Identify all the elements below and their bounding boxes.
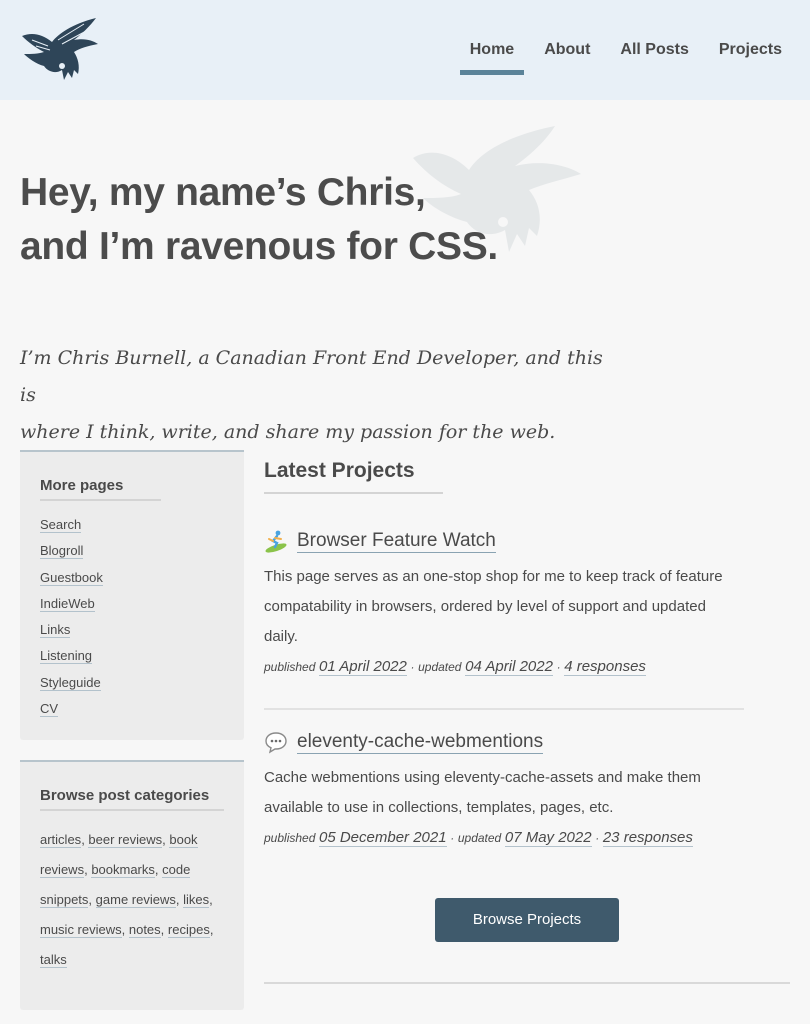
more-pages-heading: More pages [40, 474, 161, 501]
responses-link[interactable]: 23 responses [602, 829, 693, 847]
browse-projects-button[interactable]: Browse Projects [435, 898, 619, 942]
latest-projects-heading: Latest Projects [264, 456, 443, 494]
project-title-link[interactable]: eleventy-cache-webmentions [297, 731, 544, 754]
category-link[interactable]: notes [128, 922, 161, 938]
category-link[interactable]: talks [40, 952, 67, 968]
nav-all-posts[interactable]: All Posts [610, 0, 698, 100]
nav-about[interactable]: About [534, 0, 600, 100]
project-meta: published 01 April 2022 · updated 04 Apr… [264, 658, 646, 676]
categories-list: articles, beer reviews, book reviews, bo… [40, 832, 214, 968]
hero-line-1: Hey, my name’s Chris, [20, 171, 426, 214]
published-label: published [264, 660, 316, 674]
list-item: IndieWeb [40, 595, 224, 621]
project-card: eleventy-cache-webmentions Cache webment… [264, 727, 744, 847]
published-date-link[interactable]: 05 December 2021 [319, 829, 447, 847]
intro-text: I’m Chris Burnell, a Canadian Front End … [20, 340, 620, 451]
speech-bubble-icon [264, 730, 288, 754]
updated-label: updated [457, 831, 502, 845]
link-cv[interactable]: CV [40, 701, 59, 718]
categories-panel: Browse post categories articles, beer re… [20, 760, 244, 1010]
main-nav: Home About All Posts Projects [450, 0, 792, 100]
more-pages-list: Search Blogroll Guestbook IndieWeb Links… [40, 516, 224, 726]
project-title-link[interactable]: Browser Feature Watch [297, 530, 496, 553]
link-styleguide[interactable]: Styleguide [40, 674, 101, 691]
categories-heading: Browse post categories [40, 784, 224, 811]
project-description: Cache webmentions using eleventy-cache-a… [264, 769, 701, 816]
hero-heading: Hey, my name’s Chris, and I’m ravenous f… [20, 166, 620, 274]
link-indieweb[interactable]: IndieWeb [40, 595, 95, 612]
surfer-icon [264, 529, 288, 553]
site-header: Home About All Posts Projects [0, 0, 810, 100]
responses-link[interactable]: 4 responses [564, 658, 646, 676]
project-description: This page serves as an one-stop shop for… [264, 568, 723, 645]
category-link[interactable]: beer reviews [88, 832, 163, 848]
link-blogroll[interactable]: Blogroll [40, 543, 84, 560]
updated-date-link[interactable]: 04 April 2022 [465, 658, 553, 676]
category-link[interactable]: bookmarks [91, 862, 155, 878]
category-link[interactable]: game reviews [95, 892, 176, 908]
updated-date-link[interactable]: 07 May 2022 [504, 829, 592, 847]
link-search[interactable]: Search [40, 517, 82, 533]
project-header: Browser Feature Watch [264, 526, 744, 556]
link-guestbook[interactable]: Guestbook [40, 569, 103, 586]
nav-home[interactable]: Home [459, 0, 525, 100]
category-link[interactable]: recipes [167, 922, 210, 938]
list-item: Blogroll [40, 542, 224, 568]
project-header: eleventy-cache-webmentions [264, 727, 744, 757]
project-divider [264, 708, 744, 710]
hero-line-2: and I’m ravenous for CSS. [20, 225, 498, 268]
list-item: Search [40, 516, 224, 542]
updated-label: updated [418, 660, 462, 674]
intro-line-1: I’m Chris Burnell, a Canadian Front End … [20, 347, 603, 406]
more-pages-panel: More pages Search Blogroll Guestbook Ind… [20, 450, 244, 740]
list-item: Links [40, 621, 224, 647]
nav-projects[interactable]: Projects [709, 0, 792, 100]
category-link[interactable]: articles [40, 832, 82, 848]
published-date-link[interactable]: 01 April 2022 [319, 658, 407, 676]
project-meta: published 05 December 2021 · updated 07 … [264, 829, 693, 847]
intro-line-2: where I think, write, and share my passi… [20, 421, 556, 443]
published-label: published [264, 831, 316, 845]
raven-logo-icon[interactable] [18, 14, 102, 86]
project-card: Browser Feature Watch This page serves a… [264, 526, 744, 676]
link-links[interactable]: Links [40, 622, 71, 639]
list-item: Guestbook [40, 569, 224, 595]
list-item: CV [40, 700, 224, 726]
link-listening[interactable]: Listening [40, 648, 93, 665]
bottom-divider [264, 982, 790, 984]
list-item: Styleguide [40, 674, 224, 700]
category-link[interactable]: music reviews [40, 922, 122, 938]
category-link[interactable]: likes [183, 892, 210, 908]
list-item: Listening [40, 647, 224, 673]
